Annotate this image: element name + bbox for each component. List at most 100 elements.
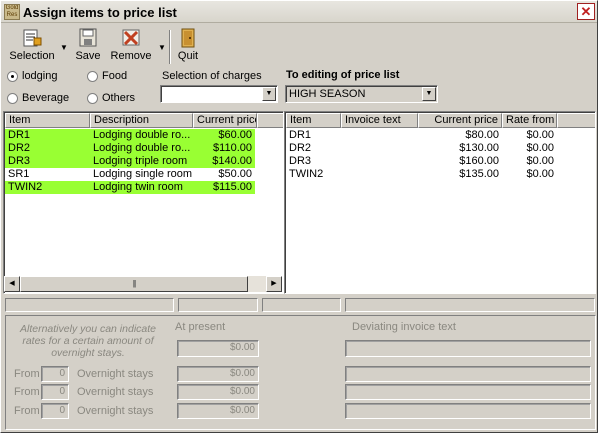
col-header-description[interactable]: Description — [90, 113, 193, 128]
stay-invoice-text-field[interactable] — [345, 366, 591, 382]
cell-price: $160.00 — [459, 155, 499, 167]
close-button[interactable]: ✕ — [577, 3, 595, 20]
remove-label: Remove — [110, 50, 152, 62]
table-row[interactable]: TWIN2 Lodging twin room $115.00 — [5, 181, 255, 194]
scroll-thumb[interactable]: ||| — [20, 276, 248, 292]
cell-item: TWIN2 — [8, 181, 43, 193]
cell-invoice-text — [341, 168, 418, 181]
col-header-item[interactable]: Item — [286, 113, 341, 128]
radio-others-label: Others — [102, 92, 136, 105]
stay-price-field[interactable]: $0.00 — [177, 384, 259, 400]
at-present-value: $0.00 — [177, 340, 259, 357]
table-row[interactable]: DR3 $160.00 $0.00 — [286, 155, 558, 168]
quit-label: Quit — [177, 50, 199, 62]
col-header-rate-from[interactable]: Rate from — [502, 113, 557, 128]
cell-price: $130.00 — [459, 142, 499, 154]
pricelist-items-grid[interactable]: Item Invoice text Current price Rate fro… — [284, 111, 596, 294]
cell-item: DR3 — [8, 155, 31, 167]
cell-item: SR1 — [8, 168, 30, 180]
radio-beverage[interactable]: Beverage — [7, 92, 69, 104]
overnight-note: Alternatively you can indicate rates for… — [20, 323, 156, 359]
radio-beverage-label: Beverage — [22, 92, 70, 105]
cell-description: Lodging triple room — [93, 155, 188, 167]
cell-description: Lodging double ro... — [93, 142, 191, 154]
stay-invoice-text-field[interactable] — [345, 403, 591, 419]
door-exit-icon — [177, 28, 199, 48]
charges-label: Selection of charges — [162, 70, 262, 82]
from-label: From — [14, 386, 40, 398]
radio-others-dot[interactable] — [87, 92, 98, 104]
overnight-stays-label: Overnight stays — [77, 368, 154, 380]
status-panel-4 — [345, 298, 595, 312]
col-header-current-price[interactable]: Current price — [193, 113, 257, 128]
cell-price: $110.00 — [213, 142, 252, 154]
from-label: From — [14, 405, 40, 417]
cell-item: DR2 — [289, 142, 312, 154]
quit-button[interactable]: Quit — [174, 28, 202, 66]
app-icon: Gold Res — [4, 4, 20, 20]
cell-price: $50.00 — [218, 168, 252, 180]
cell-description: Lodging single room — [93, 168, 193, 180]
charges-select[interactable]: ▼ — [160, 85, 278, 103]
table-row[interactable]: DR1 Lodging double ro... $60.00 — [5, 129, 255, 142]
table-row[interactable]: DR3 Lodging triple room $140.00 — [5, 155, 255, 168]
remove-icon — [120, 28, 142, 48]
cell-price: $135.00 — [459, 168, 499, 180]
col-header-invoice-text[interactable]: Invoice text — [341, 113, 418, 128]
pricelist-label: To editing of price list — [286, 69, 400, 81]
radio-lodging-dot[interactable] — [7, 70, 18, 82]
cell-invoice-text — [341, 142, 418, 155]
cell-item: DR3 — [289, 155, 312, 167]
assign-items-window: Gold Res Assign items to price list ✕ Se… — [0, 0, 598, 433]
save-button[interactable]: Save — [73, 28, 103, 66]
radio-others[interactable]: Others — [87, 92, 135, 104]
radio-food-dot[interactable] — [87, 70, 98, 82]
col-header-spacer — [257, 113, 283, 128]
pricelist-select[interactable]: HIGH SEASON ▼ — [285, 85, 438, 103]
cell-description: Lodging twin room — [93, 181, 183, 193]
pricelist-select-value: HIGH SEASON — [289, 88, 366, 100]
scroll-left-icon[interactable]: ◀ — [4, 276, 20, 292]
cell-rate-from: $0.00 — [526, 129, 554, 141]
available-items-grid[interactable]: Item Description Current price DR1 Lodgi… — [3, 111, 284, 294]
radio-lodging-label: lodging — [22, 70, 58, 83]
pricelist-dropdown-icon[interactable]: ▼ — [422, 87, 436, 101]
selection-dropdown-icon[interactable]: ▼ — [60, 43, 68, 52]
cell-price: $60.00 — [218, 129, 252, 141]
from-stays-input[interactable]: 0 — [41, 403, 69, 419]
from-stays-input[interactable]: 0 — [41, 384, 69, 400]
status-panel-1 — [5, 298, 174, 312]
table-row[interactable]: DR2 $130.00 $0.00 — [286, 142, 558, 155]
at-present-label: At present — [175, 321, 226, 333]
selection-button[interactable]: Selection — [8, 28, 56, 66]
window-title: Assign items to price list — [23, 5, 177, 20]
cell-rate-from: $0.00 — [526, 168, 554, 180]
deviating-invoice-text-field[interactable] — [345, 340, 591, 357]
scroll-right-icon[interactable]: ▶ — [266, 276, 282, 292]
col-header-item[interactable]: Item — [5, 113, 90, 128]
col-header-spacer — [557, 113, 595, 128]
radio-beverage-dot[interactable] — [7, 92, 18, 104]
cell-description: Lodging double ro... — [93, 129, 191, 141]
stay-price-field[interactable]: $0.00 — [177, 366, 259, 382]
cell-price: $80.00 — [465, 129, 499, 141]
remove-dropdown-icon[interactable]: ▼ — [158, 43, 166, 52]
cell-item: DR1 — [8, 129, 31, 141]
remove-button[interactable]: Remove — [109, 28, 153, 66]
table-row[interactable]: DR2 Lodging double ro... $110.00 — [5, 142, 255, 155]
stay-invoice-text-field[interactable] — [345, 384, 591, 400]
table-row[interactable]: DR1 $80.00 $0.00 — [286, 129, 558, 142]
radio-food[interactable]: Food — [87, 70, 127, 82]
table-row[interactable]: SR1 Lodging single room $50.00 — [5, 168, 255, 181]
col-header-current-price[interactable]: Current price — [418, 113, 502, 128]
charges-dropdown-icon[interactable]: ▼ — [262, 87, 276, 101]
table-row[interactable]: TWIN2 $135.00 $0.00 — [286, 168, 558, 181]
overnight-stays-label: Overnight stays — [77, 405, 154, 417]
selection-icon — [21, 28, 43, 48]
from-stays-input[interactable]: 0 — [41, 366, 69, 382]
toolbar-separator — [169, 30, 171, 64]
radio-lodging[interactable]: lodging — [7, 70, 57, 82]
cell-item: DR1 — [289, 129, 312, 141]
horizontal-scrollbar[interactable]: ◀ ||| ▶ — [4, 276, 282, 292]
stay-price-field[interactable]: $0.00 — [177, 403, 259, 419]
